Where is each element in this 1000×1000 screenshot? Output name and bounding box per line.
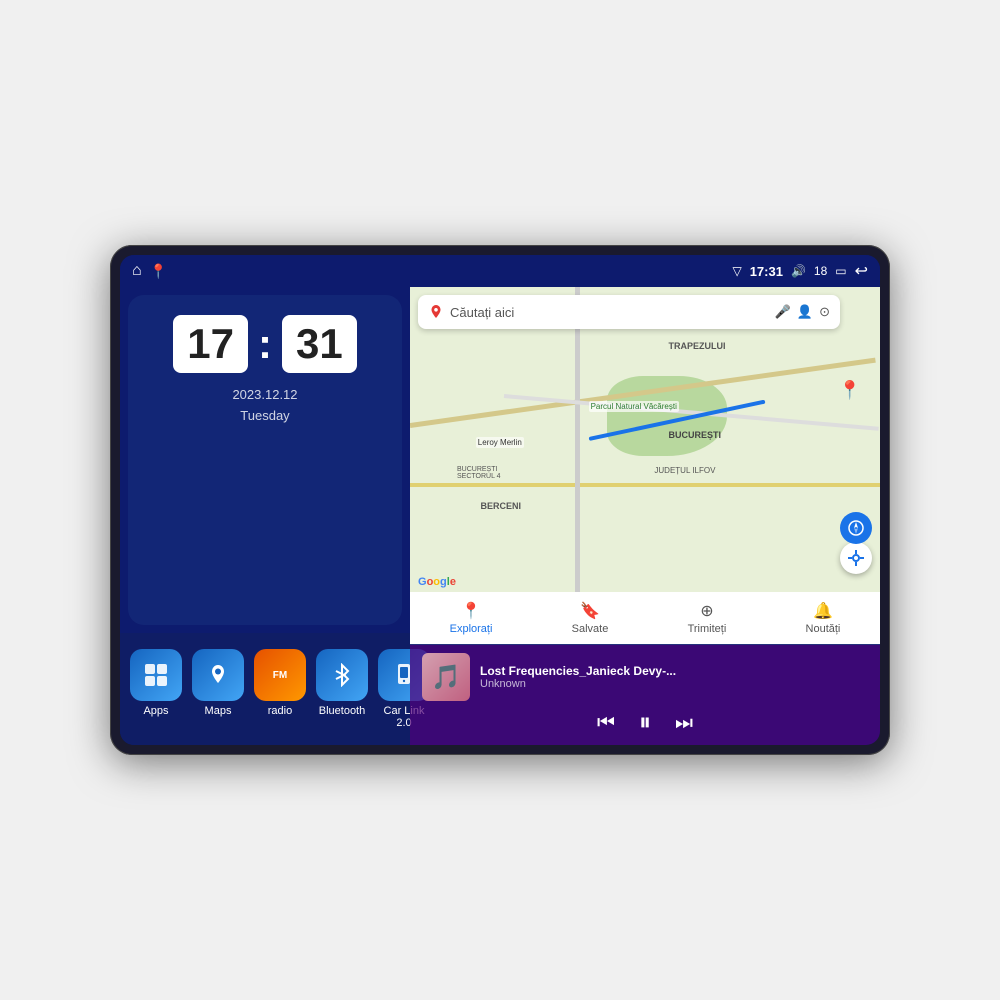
volume-level: 18: [814, 264, 827, 278]
clock-display: 17 : 31: [173, 315, 356, 373]
music-thumbnail: 🎵: [422, 653, 470, 701]
map-label-berceni: BERCENI: [481, 501, 522, 511]
app-icon-radio[interactable]: FM radio: [250, 643, 310, 723]
bluetooth-icon-bg: [316, 649, 368, 701]
app-icon-apps[interactable]: Apps: [126, 643, 186, 723]
play-pause-button[interactable]: ⏸: [639, 709, 651, 737]
map-label-parcul: Parcul Natural Văcărești: [589, 401, 679, 412]
radio-icon-bg: FM: [254, 649, 306, 701]
device-frame: ⌂ 📍 ▽ 17:31 🔊 18 ▭ ↩ 17: [110, 245, 890, 755]
explore-label: Explorați: [450, 623, 493, 635]
map-pin-icon: 📍: [839, 380, 861, 401]
map-label-leroy: Leroy Merlin: [476, 437, 524, 448]
news-icon: 🔔: [813, 601, 833, 621]
maps-icon-bg: [192, 649, 244, 701]
map-label-trapezului: TRAPEZULUI: [669, 341, 726, 351]
device-screen: ⌂ 📍 ▽ 17:31 🔊 18 ▭ ↩ 17: [120, 255, 880, 745]
apps-label: Apps: [143, 705, 168, 717]
status-bar: ⌂ 📍 ▽ 17:31 🔊 18 ▭ ↩: [120, 255, 880, 287]
compass-icon: [847, 519, 865, 537]
maps-label: Maps: [205, 705, 232, 717]
music-title: Lost Frequencies_Janieck Devy-...: [480, 664, 868, 678]
map-nav-explore[interactable]: 📍 Explorați: [450, 601, 493, 635]
prev-button[interactable]: ⏮: [597, 712, 615, 735]
map-nav-saved[interactable]: 🔖 Salvate: [572, 601, 609, 635]
maps-pin-icon: [205, 662, 231, 688]
clock-minute: 31: [282, 315, 357, 373]
app-icons-panel: Apps Maps FM: [120, 633, 410, 745]
share-label: Trimiteți: [688, 623, 727, 635]
maps-status-icon[interactable]: 📍: [150, 263, 167, 280]
clock-hour: 17: [173, 315, 248, 373]
google-logo: Google: [418, 576, 456, 588]
clock-date: 2023.12.12 Tuesday: [232, 385, 297, 427]
bluetooth-label: Bluetooth: [319, 705, 365, 717]
map-nav-share[interactable]: ⊕ Trimiteți: [688, 601, 727, 635]
music-player: 🎵 Lost Frequencies_Janieck Devy-... Unkn…: [410, 645, 880, 745]
music-top: 🎵 Lost Frequencies_Janieck Devy-... Unkn…: [422, 653, 868, 701]
apps-grid-icon: [142, 661, 170, 689]
map-label-sector4: BUCUREȘTISECTORUL 4: [457, 466, 501, 480]
left-panel: 17 : 31 2023.12.12 Tuesday: [120, 287, 410, 745]
music-info: Lost Frequencies_Janieck Devy-... Unknow…: [480, 664, 868, 690]
radio-label: radio: [268, 705, 292, 717]
clock-colon: :: [258, 320, 272, 368]
next-button[interactable]: ⏭: [675, 712, 693, 735]
music-artist: Unknown: [480, 678, 868, 690]
right-panel: TRAPEZULUI BUCUREȘTI JUDEȚUL ILFOV BERCE…: [410, 287, 880, 745]
maps-pin-search-icon: [428, 304, 444, 320]
saved-icon: 🔖: [580, 601, 600, 621]
map-search-bar[interactable]: Căutați aici 🎤 👤 ⊙: [418, 295, 840, 329]
status-left: ⌂ 📍: [132, 262, 167, 280]
profile-icon[interactable]: 👤: [797, 304, 813, 320]
share-icon: ⊕: [700, 601, 713, 621]
back-icon[interactable]: ↩: [855, 261, 868, 281]
signal-icon: ▽: [732, 264, 741, 278]
saved-label: Salvate: [572, 623, 609, 635]
map-background: TRAPEZULUI BUCUREȘTI JUDEȚUL ILFOV BERCE…: [410, 287, 880, 644]
apps-icon: [130, 649, 182, 701]
map-location-button[interactable]: [840, 542, 872, 574]
radio-fm-text: FM: [273, 670, 287, 681]
map-bottom-nav: 📍 Explorați 🔖 Salvate ⊕ Trimiteți 🔔: [410, 592, 880, 644]
map-search-icons: 🎤 👤 ⊙: [775, 304, 830, 320]
app-icon-maps[interactable]: Maps: [188, 643, 248, 723]
map-label-bucuresti: BUCUREȘTI: [669, 430, 722, 440]
mic-icon[interactable]: 🎤: [775, 304, 791, 320]
status-right: ▽ 17:31 🔊 18 ▭ ↩: [732, 261, 868, 281]
explore-icon: 📍: [461, 601, 481, 621]
map-section[interactable]: TRAPEZULUI BUCUREȘTI JUDEȚUL ILFOV BERCE…: [410, 287, 880, 645]
main-content: 17 : 31 2023.12.12 Tuesday: [120, 287, 880, 745]
map-label-ilfov: JUDEȚUL ILFOV: [654, 466, 715, 475]
location-crosshair-icon: [847, 549, 865, 567]
layers-icon[interactable]: ⊙: [819, 304, 830, 320]
map-nav-news[interactable]: 🔔 Noutăți: [806, 601, 841, 635]
music-album-art: 🎵: [422, 653, 470, 701]
volume-icon: 🔊: [791, 264, 806, 278]
music-controls: ⏮ ⏸ ⏭: [422, 709, 868, 737]
clock-widget: 17 : 31 2023.12.12 Tuesday: [128, 295, 402, 625]
map-compass-button[interactable]: [840, 512, 872, 544]
app-icon-bluetooth[interactable]: Bluetooth: [312, 643, 372, 723]
battery-icon: ▭: [835, 264, 846, 278]
map-search-text: Căutați aici: [450, 305, 769, 320]
news-label: Noutăți: [806, 623, 841, 635]
time-display: 17:31: [750, 264, 783, 279]
home-icon[interactable]: ⌂: [132, 262, 142, 280]
bluetooth-symbol-icon: [330, 663, 354, 687]
